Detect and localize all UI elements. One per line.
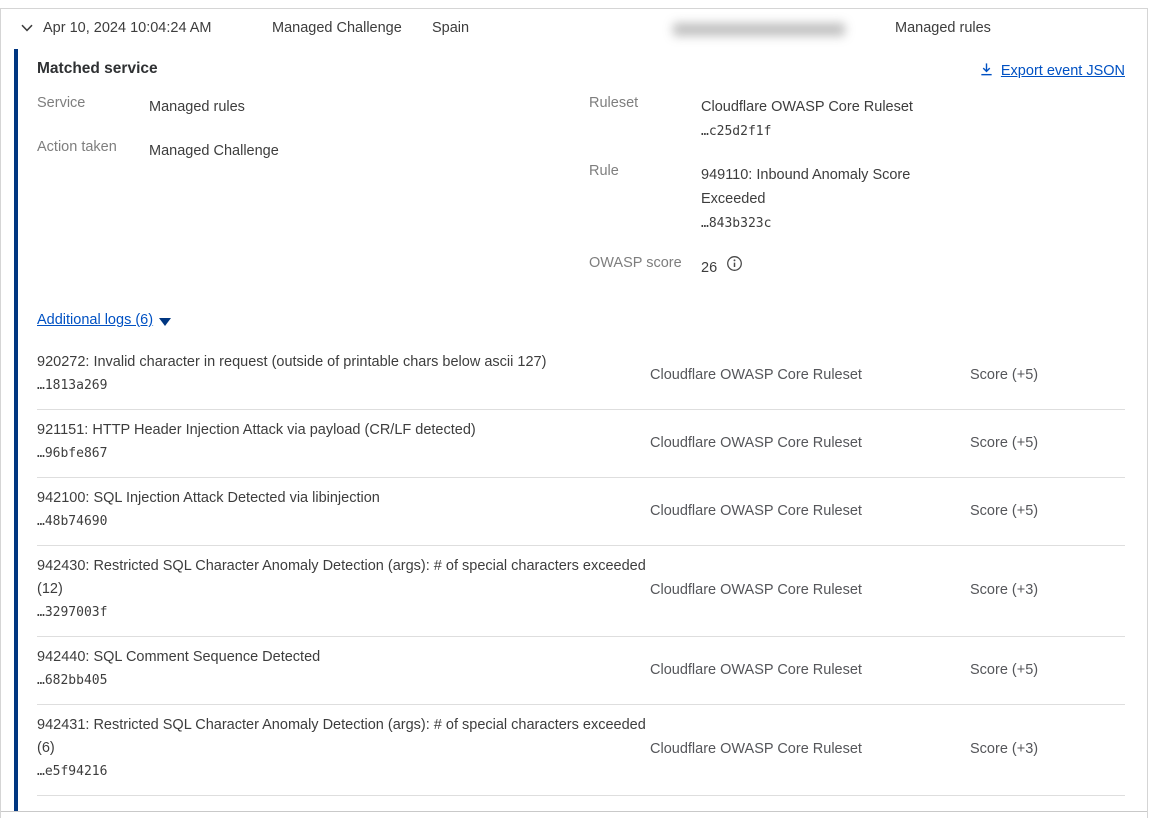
triangle-down-icon [159,318,171,326]
log-score: Score (+5) [970,435,1125,451]
rule-name: 949110: Inbound Anomaly Score Exceeded [701,167,910,207]
log-rule-id: …96bfe867 [37,446,107,461]
download-icon [979,60,994,81]
log-rule-id: …1813a269 [37,378,107,393]
event-timestamp: Apr 10, 2024 10:04:24 AM [43,20,212,36]
log-row: 921151: HTTP Header Injection Attack via… [37,410,1125,478]
redacted-hostname [673,23,845,36]
log-score: Score (+5) [970,367,1125,383]
log-row: 942430: Restricted SQL Character Anomaly… [37,546,1125,637]
log-rule-id: …682bb405 [37,673,107,688]
field-label: Action taken [37,139,149,163]
log-score: Score (+3) [970,741,1125,757]
ruleset-name: Cloudflare OWASP Core Ruleset [701,99,913,115]
field-label: Ruleset [589,95,701,144]
event-service: Managed rules [895,20,991,36]
log-rule-description: 942431: Restricted SQL Character Anomaly… [37,717,646,756]
log-ruleset: Cloudflare OWASP Core Ruleset [650,367,970,383]
log-rule-id: …e5f94216 [37,764,107,779]
log-rule-description: 942430: Restricted SQL Character Anomaly… [37,558,646,597]
matched-service-fields: Service Managed rules Action taken Manag… [37,95,1125,275]
log-score: Score (+5) [970,503,1125,519]
log-score: Score (+3) [970,582,1125,598]
event-summary-row[interactable]: Apr 10, 2024 10:04:24 AM Managed Challen… [1,9,1147,49]
owasp-score-value: 26 [701,256,717,280]
field-value: Managed rules [149,95,245,119]
log-rule-id: …48b74690 [37,514,107,529]
event-table-frame: Apr 10, 2024 10:04:24 AM Managed Challen… [0,8,1148,818]
log-ruleset: Cloudflare OWASP Core Ruleset [650,435,970,451]
field-label: OWASP score [589,255,701,280]
log-rule-description: 920272: Invalid character in request (ou… [37,354,546,370]
matched-service-title: Matched service [37,60,158,78]
log-rule-id: …3297003f [37,605,107,620]
log-row: 942440: SQL Comment Sequence Detected …6… [37,637,1125,705]
additional-logs-toggle[interactable]: Additional logs (6) [37,312,171,328]
event-country: Spain [432,20,469,36]
ruleset-id: …c25d2f1f [701,124,771,139]
log-ruleset: Cloudflare OWASP Core Ruleset [650,582,970,598]
field-value: Managed Challenge [149,139,279,163]
export-event-json-button[interactable]: Export event JSON [979,60,1125,81]
log-score: Score (+5) [970,662,1125,678]
event-action: Managed Challenge [272,20,402,36]
log-ruleset: Cloudflare OWASP Core Ruleset [650,662,970,678]
selected-row-accent-bar [14,49,18,811]
field-label: Service [37,95,149,119]
field-owasp-score: OWASP score 26 [589,255,969,280]
log-row: 942431: Restricted SQL Character Anomaly… [37,705,1125,796]
field-label: Rule [589,163,701,236]
field-ruleset: Ruleset Cloudflare OWASP Core Ruleset …c… [589,95,969,144]
log-rule-description: 921151: HTTP Header Injection Attack via… [37,422,476,438]
log-rule-description: 942100: SQL Injection Attack Detected vi… [37,490,380,506]
rule-id: …843b323c [701,216,771,231]
log-rule-description: 942440: SQL Comment Sequence Detected [37,649,320,665]
log-ruleset: Cloudflare OWASP Core Ruleset [650,503,970,519]
field-rule: Rule 949110: Inbound Anomaly Score Excee… [589,163,969,236]
log-row: 942100: SQL Injection Attack Detected vi… [37,478,1125,546]
info-icon[interactable] [726,255,743,280]
event-detail-panel: Matched service Export event JSON Servic… [1,49,1147,812]
log-row: 920272: Invalid character in request (ou… [37,342,1125,410]
additional-logs-table: 920272: Invalid character in request (ou… [37,342,1125,796]
log-ruleset: Cloudflare OWASP Core Ruleset [650,741,970,757]
chevron-down-icon[interactable] [19,20,35,36]
